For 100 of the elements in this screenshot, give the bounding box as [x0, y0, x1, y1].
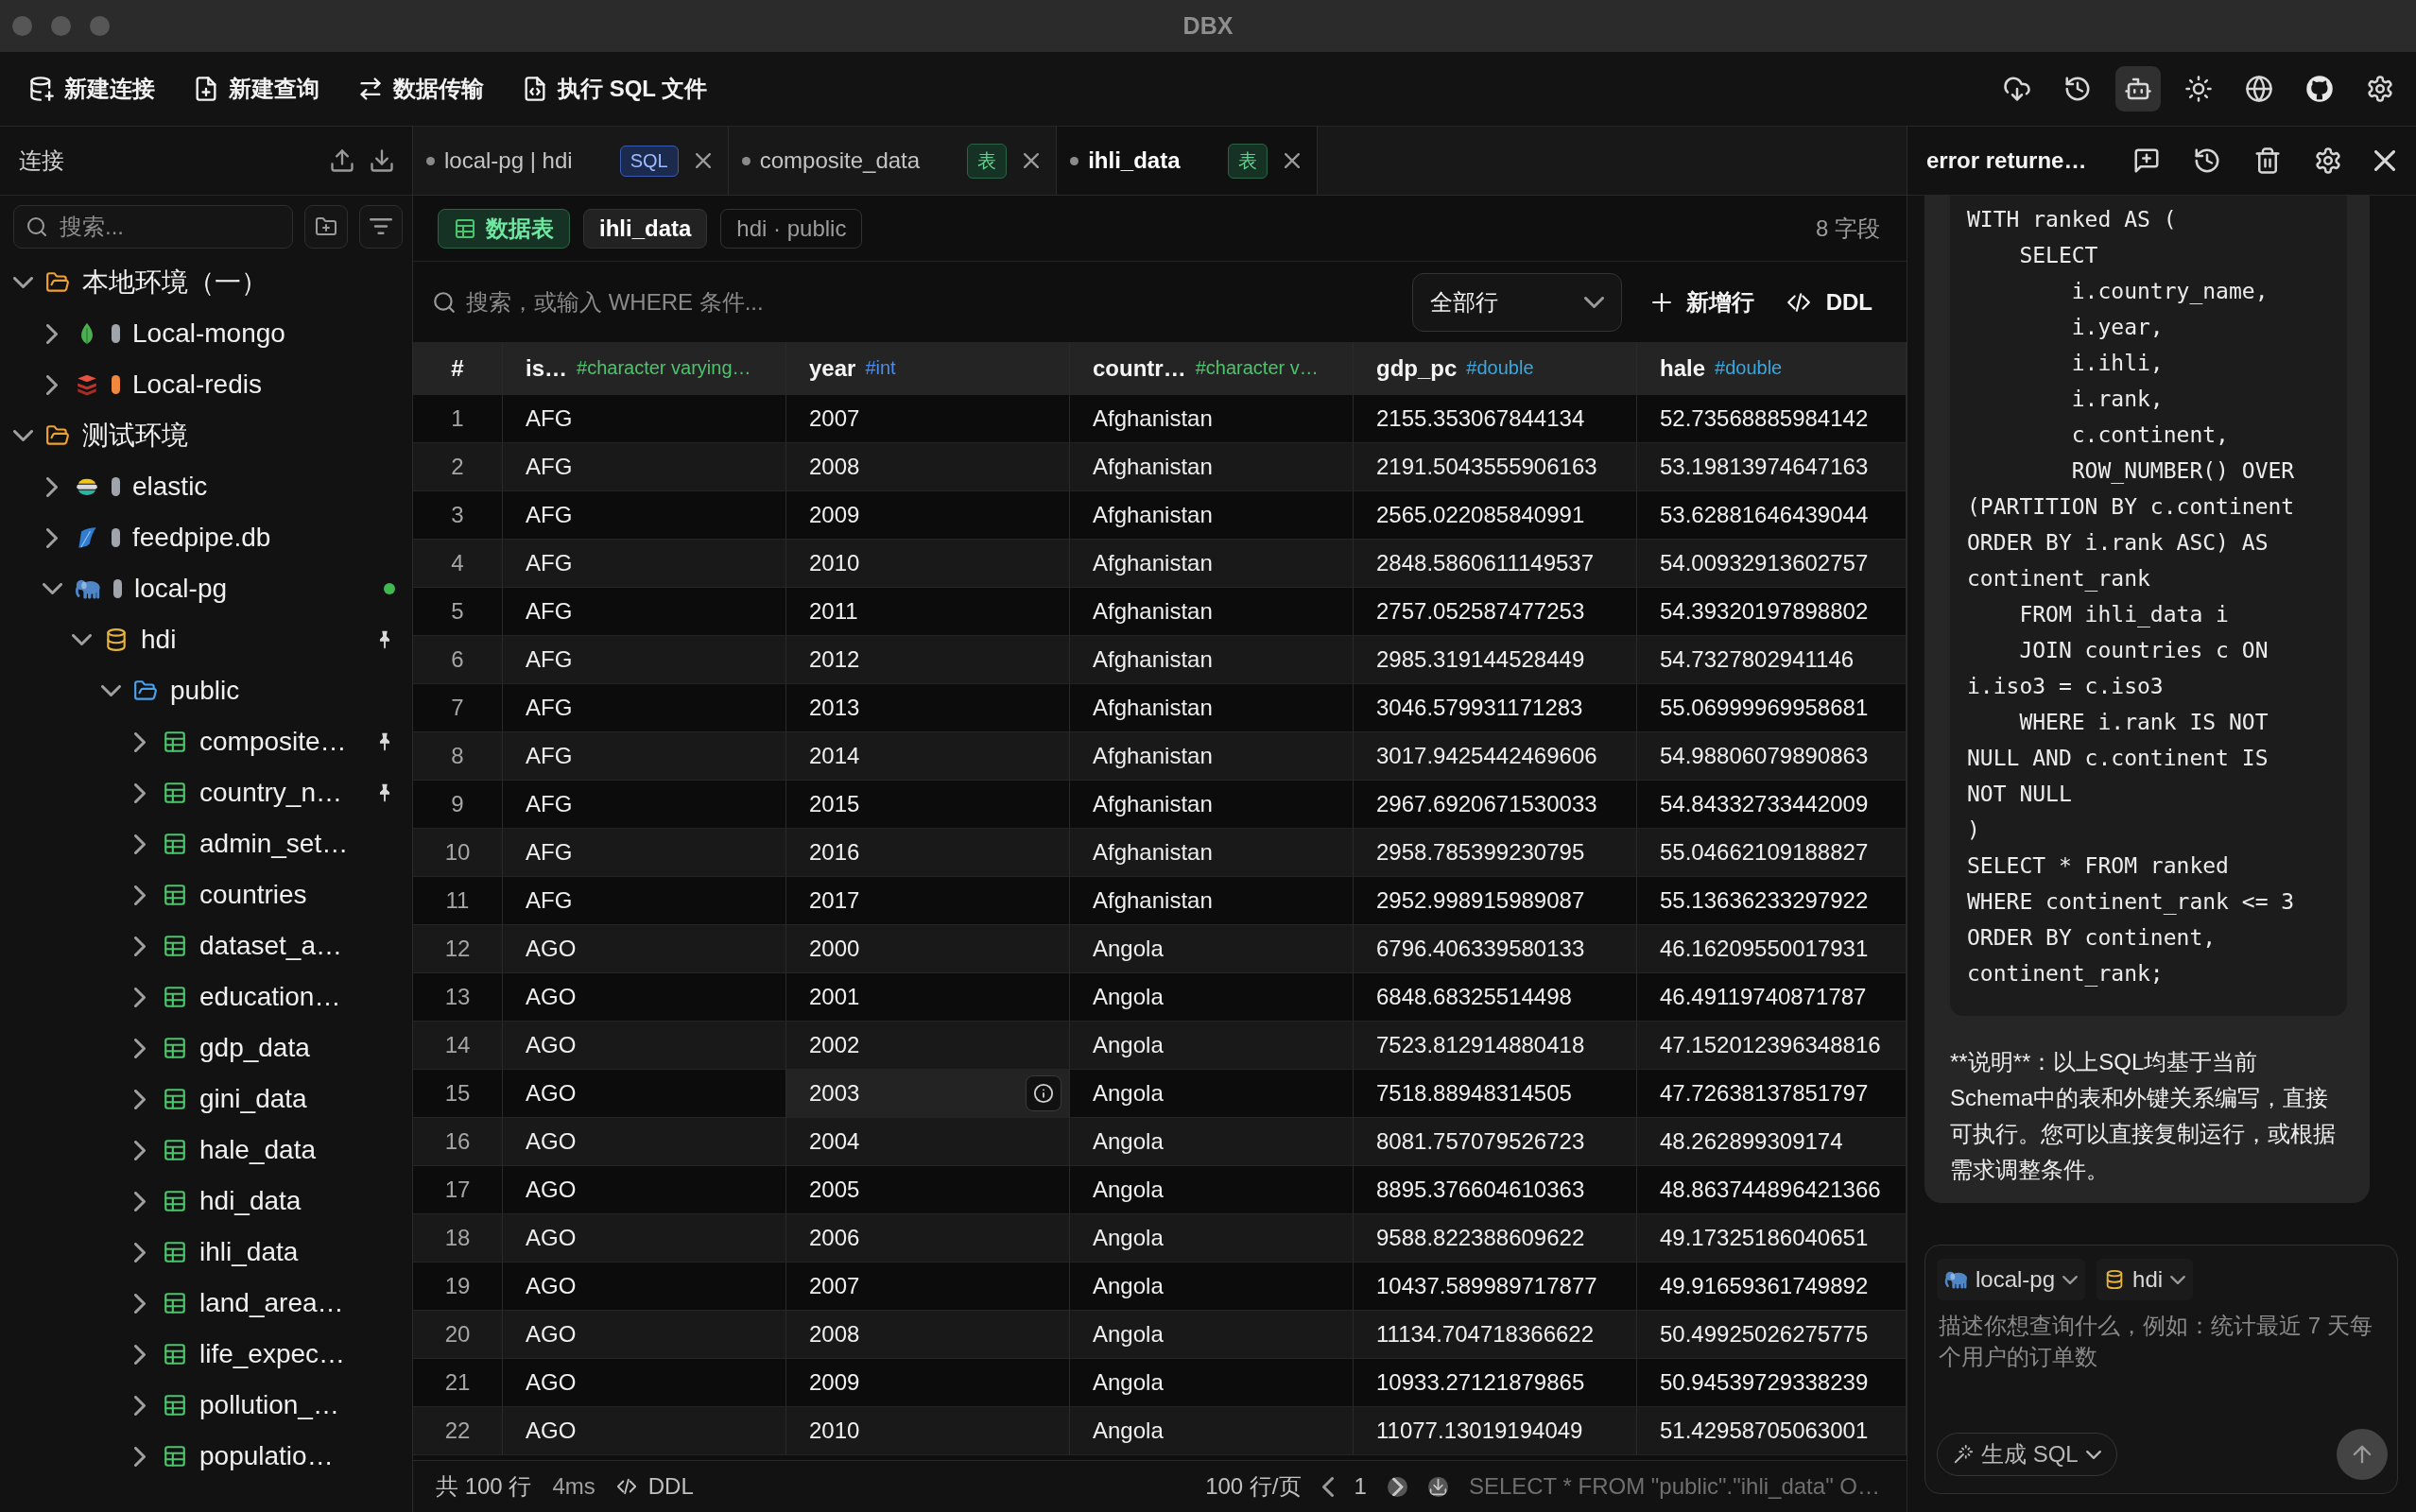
view-type-chip[interactable]: 数据表 — [438, 208, 570, 249]
table-label[interactable]: gini_data — [199, 1084, 307, 1114]
table-label[interactable]: countries — [199, 880, 307, 910]
trash-icon[interactable] — [2253, 146, 2282, 175]
add-row-button[interactable]: 新增行 — [1640, 279, 1766, 325]
database-label[interactable]: hdi — [141, 625, 177, 655]
new-folder-button[interactable] — [304, 204, 348, 249]
where-filter-input[interactable]: 搜索，或输入 WHERE 条件... — [466, 283, 1403, 321]
table-label[interactable]: admin_set… — [199, 829, 349, 859]
connection-label[interactable]: Local-mongo — [132, 318, 285, 349]
table-label[interactable]: life_expec… — [199, 1339, 346, 1369]
chevron-right-icon[interactable] — [1387, 1476, 1407, 1497]
history-icon[interactable] — [2193, 146, 2221, 175]
chevron-right-icon[interactable] — [134, 1140, 146, 1160]
group-label[interactable]: 测试环境 — [82, 418, 188, 454]
schema-path-chip[interactable]: hdi · public — [720, 208, 863, 249]
table-cell: 2003 — [809, 1080, 860, 1107]
close-icon[interactable] — [1284, 153, 1300, 168]
table-name-chip[interactable]: ihli_data — [583, 208, 708, 249]
filter-button[interactable] — [359, 204, 403, 249]
column-name[interactable]: # — [451, 354, 464, 382]
table-label[interactable]: pollution_… — [199, 1390, 339, 1420]
download-icon[interactable] — [369, 147, 395, 174]
chevron-right-icon[interactable] — [134, 1446, 146, 1467]
chevron-left-icon[interactable] — [1321, 1476, 1334, 1497]
chevron-right-icon[interactable] — [134, 833, 146, 854]
new-connection-button[interactable]: 新建连接 — [19, 66, 164, 112]
table-icon — [163, 1240, 187, 1264]
table-label[interactable]: hdi_data — [199, 1186, 302, 1216]
connection-label[interactable]: Local-redis — [132, 369, 262, 400]
table-label[interactable]: composite… — [199, 727, 347, 757]
editor-tab[interactable]: ihli_data 表 — [1057, 127, 1318, 195]
column-name[interactable]: hale — [1660, 354, 1706, 382]
database-select[interactable]: hdi — [2097, 1259, 2194, 1300]
group-label[interactable]: 本地环境（一） — [82, 265, 267, 301]
cell-info-button[interactable] — [1026, 1075, 1061, 1111]
download-icon[interactable] — [1427, 1476, 1448, 1497]
column-name[interactable]: countr… — [1093, 354, 1186, 382]
table-label[interactable]: land_area… — [199, 1288, 344, 1318]
chevron-right-icon[interactable] — [134, 1089, 146, 1109]
upload-icon[interactable] — [329, 147, 355, 174]
prompt-field[interactable]: local-pg hdi 描述你想查询什么，例如：统计最近 7 天每个用户的订单数 生成 SQL — [1924, 1245, 2398, 1494]
column-name[interactable]: is… — [526, 354, 567, 382]
chevron-right-icon[interactable] — [134, 1395, 146, 1416]
ddl-button[interactable]: DDL — [615, 1473, 694, 1500]
table-label[interactable]: populatio… — [199, 1441, 334, 1471]
table-label[interactable]: education… — [199, 982, 341, 1012]
table-label[interactable]: gdp_data — [199, 1033, 310, 1063]
connection-label[interactable]: local-pg — [134, 574, 228, 604]
settings-icon[interactable] — [2314, 146, 2342, 175]
table-icon — [163, 832, 187, 856]
chevron-right-icon[interactable] — [134, 1191, 146, 1211]
chevron-right-icon[interactable] — [134, 1344, 146, 1365]
close-icon[interactable] — [695, 153, 711, 168]
chevron-right-icon[interactable] — [134, 885, 146, 905]
data-transfer-button[interactable]: 数据传输 — [348, 66, 493, 112]
assistant-button[interactable] — [2115, 66, 2161, 112]
prompt-input[interactable]: 描述你想查询什么，例如：统计最近 7 天每个用户的订单数 — [1937, 1310, 2388, 1429]
chevron-down-icon[interactable] — [71, 634, 92, 645]
schema-label[interactable]: public — [170, 676, 240, 706]
table-label[interactable]: country_n… — [199, 778, 342, 808]
connection-label[interactable]: elastic — [132, 472, 208, 502]
editor-tab[interactable]: local-pg | hdi SQL — [413, 127, 729, 195]
generate-sql-button[interactable]: 生成 SQL — [1937, 1433, 2117, 1476]
chevron-down-icon[interactable] — [100, 685, 121, 696]
page-size-select[interactable]: 100 行/页 — [1205, 1471, 1302, 1502]
chevron-right-icon[interactable] — [46, 476, 58, 497]
chevron-down-icon[interactable] — [12, 430, 33, 441]
table-label[interactable]: hale_data — [199, 1135, 316, 1165]
close-icon[interactable] — [1024, 153, 1040, 168]
chevron-right-icon[interactable] — [134, 1293, 146, 1314]
row-filter-select[interactable]: 全部行 — [1411, 272, 1622, 332]
chat-plus-icon[interactable] — [2132, 146, 2161, 175]
column-name[interactable]: gdp_pc — [1376, 354, 1458, 382]
sql-code-block: WITH ranked AS ( SELECT i.country_name, i.year, i.ihli, i.rank, c.continent, ROW_NUMBER() OVER (PARTITION BY c.continent ORDER BY i.rank ASC) AS continent_rank FROM ihli_data i JOIN countries c ON i.iso3 = c.iso3 WHERE i.rank IS NOT NULL AND c.continent IS NOT NULL ) SELECT * FROM ranked WHERE continent_rank <= 3 ORDER BY continent, continent_rank; — [1950, 196, 2347, 1016]
sidebar-search-input[interactable]: 搜索... — [60, 213, 281, 240]
sidebar-search-field[interactable]: 搜索... — [13, 204, 293, 249]
chevron-right-icon[interactable] — [46, 527, 58, 548]
run-sql-file-button[interactable]: 执行 SQL 文件 — [512, 66, 717, 112]
table-label[interactable]: dataset_a… — [199, 931, 342, 961]
chevron-right-icon[interactable] — [134, 987, 146, 1007]
chevron-right-icon[interactable] — [134, 1242, 146, 1263]
close-icon[interactable] — [2374, 150, 2395, 171]
editor-tab[interactable]: composite_data 表 — [728, 127, 1058, 195]
field-count: 8 字段 — [1816, 214, 1880, 243]
chevron-right-icon[interactable] — [134, 782, 146, 803]
chevron-right-icon[interactable] — [134, 936, 146, 956]
chevron-down-icon[interactable] — [42, 583, 62, 594]
chevron-down-icon[interactable] — [12, 277, 33, 288]
connection-select[interactable]: local-pg — [1937, 1259, 2086, 1300]
chevron-right-icon[interactable] — [46, 374, 58, 395]
new-query-button[interactable]: 新建查询 — [183, 66, 329, 112]
ddl-button[interactable]: DDL — [1774, 281, 1884, 323]
connection-label[interactable]: feedpipe.db — [132, 523, 271, 553]
chevron-right-icon[interactable] — [46, 323, 58, 344]
column-name[interactable]: year — [809, 354, 856, 382]
table-label[interactable]: ihli_data — [199, 1237, 299, 1267]
send-button[interactable] — [2337, 1429, 2388, 1480]
chevron-right-icon[interactable] — [134, 1038, 146, 1058]
chevron-right-icon[interactable] — [134, 731, 146, 752]
